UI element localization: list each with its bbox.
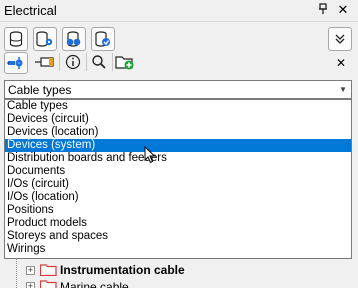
search-icon xyxy=(91,54,107,73)
dropdown-option[interactable]: Distribution boards and feeders xyxy=(5,152,351,165)
dropdown-option[interactable]: Storeys and spaces xyxy=(5,230,351,243)
database-link-icon xyxy=(65,31,83,47)
dropdown-option[interactable]: I/Os (circuit) xyxy=(5,178,351,191)
view-type-select[interactable]: Cable types ▼ xyxy=(4,80,352,99)
database-link-button[interactable] xyxy=(62,27,86,51)
close-icon: ✕ xyxy=(335,56,347,70)
database-settings-icon xyxy=(36,31,54,47)
dropdown-option[interactable]: Devices (circuit) xyxy=(5,113,351,126)
panel-title: Electrical xyxy=(4,3,57,18)
dropdown-option[interactable]: Product models xyxy=(5,217,351,230)
dropdown-option[interactable]: Devices (location) xyxy=(5,126,351,139)
dropdown-option[interactable]: Cable types xyxy=(5,100,351,113)
toolbar-separator xyxy=(59,53,60,71)
cable-tool-button[interactable] xyxy=(34,53,56,73)
chevron-down-icon[interactable]: ▼ xyxy=(339,85,347,94)
dropdown-option[interactable]: Wirings xyxy=(5,243,351,256)
tree-item-label: Marine cable xyxy=(60,280,129,288)
filter-gear-icon xyxy=(7,56,25,70)
close-filter-button[interactable]: ✕ xyxy=(330,53,352,73)
toolbar-separator xyxy=(86,53,87,71)
add-folder-icon xyxy=(115,54,135,73)
info-icon xyxy=(65,54,81,73)
dropdown-option[interactable]: Positions xyxy=(5,204,351,217)
collapse-toolbar-button[interactable] xyxy=(328,27,352,51)
cable-icon xyxy=(35,56,55,71)
pin-icon[interactable] xyxy=(316,3,330,18)
dropdown-option[interactable]: Documents xyxy=(5,165,351,178)
dropdown-option[interactable]: I/Os (location) xyxy=(5,191,351,204)
folder-icon xyxy=(39,280,57,288)
panel-titlebar: Electrical ✕ xyxy=(0,0,358,22)
mouse-cursor-icon xyxy=(144,145,156,167)
add-folder-button[interactable] xyxy=(114,53,136,73)
folder-icon xyxy=(39,264,57,277)
database-button[interactable] xyxy=(4,27,28,51)
database-update-button[interactable] xyxy=(91,27,115,51)
database-settings-button[interactable] xyxy=(33,27,57,51)
tree-item-label: Instrumentation cable xyxy=(60,263,185,277)
search-button[interactable] xyxy=(88,53,110,73)
tree-connector-line xyxy=(16,258,17,288)
close-icon[interactable]: ✕ xyxy=(336,2,350,18)
expand-icon[interactable]: + xyxy=(26,266,35,275)
view-type-dropdown-list: Cable types Devices (circuit) Devices (loc… xyxy=(4,99,352,259)
database-update-icon xyxy=(94,31,112,47)
double-chevron-down-icon xyxy=(334,33,346,45)
expand-icon[interactable]: + xyxy=(26,282,35,288)
info-button[interactable] xyxy=(62,53,84,73)
filter-tool-button[interactable] xyxy=(4,52,28,74)
database-icon xyxy=(9,31,23,47)
toolbar-separator xyxy=(112,53,113,71)
view-type-value: Cable types xyxy=(8,83,72,97)
dropdown-option[interactable]: Devices (system) xyxy=(5,139,351,152)
